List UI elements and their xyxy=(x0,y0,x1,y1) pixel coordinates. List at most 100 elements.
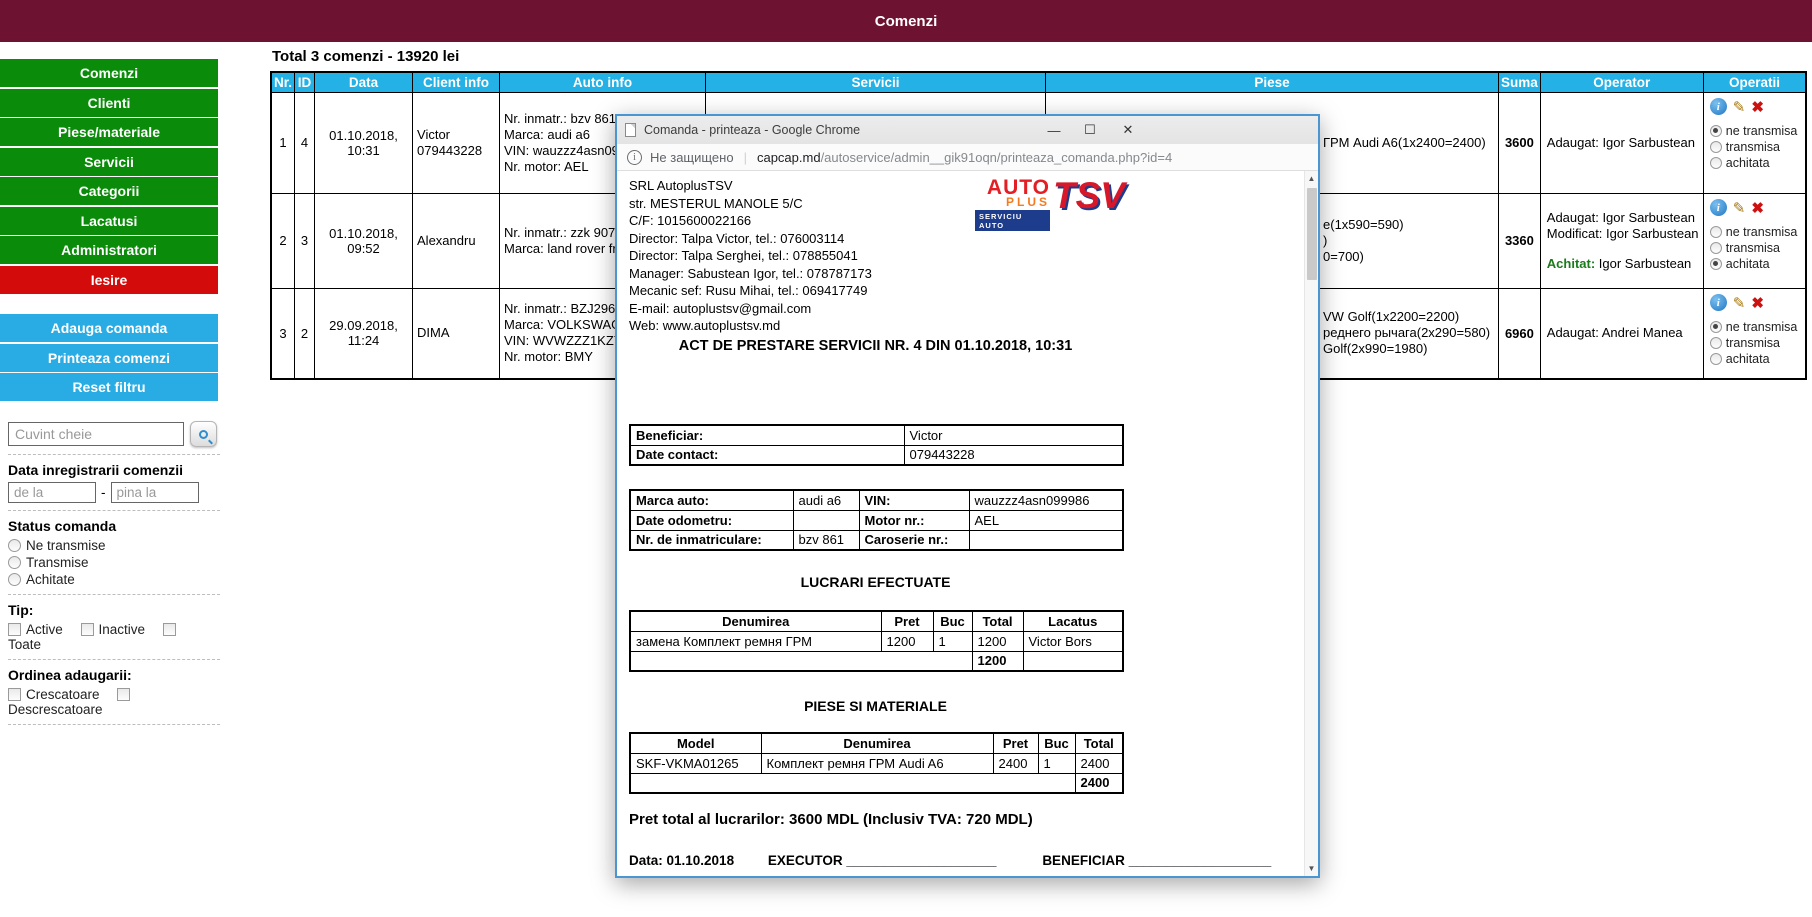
sidebar-item-categorii[interactable]: Categorii xyxy=(0,177,218,205)
radio-icon[interactable] xyxy=(1710,125,1722,137)
edit-icon[interactable]: ✎ xyxy=(1733,98,1746,116)
cell-operatii: i ✎ ✖ ne transmisa transmisa achitata xyxy=(1703,193,1806,288)
cell-nr: 2 xyxy=(271,193,295,288)
close-button[interactable]: ✕ xyxy=(1113,116,1143,144)
radio-icon[interactable] xyxy=(1710,226,1722,238)
row-status-transmisa[interactable]: transmisa xyxy=(1710,140,1802,154)
checkbox-icon[interactable] xyxy=(8,688,21,701)
cell-operatii: i ✎ ✖ ne transmisa transmisa achitata xyxy=(1703,92,1806,193)
scroll-down-icon[interactable]: ▼ xyxy=(1308,861,1316,876)
works-col-buc: Buc xyxy=(933,611,972,631)
reset-filtru-button[interactable]: Reset filtru xyxy=(0,373,218,401)
address-bar[interactable]: i Не защищено | capcap.md/autoservice/ad… xyxy=(617,144,1318,171)
window-title-bar[interactable]: Comanda - printeaza - Google Chrome — ☐ … xyxy=(617,116,1318,144)
scroll-up-icon[interactable]: ▲ xyxy=(1308,171,1316,186)
row-status-ne-transmisa[interactable]: ne transmisa xyxy=(1710,320,1802,334)
cell-client: DIMA xyxy=(413,288,500,379)
lucrari-title: LUCRARI EFECTUATE xyxy=(629,574,1122,590)
parts-row: SKF-VKMA01265 Комплект ремня ГРМ Audi A6… xyxy=(630,753,1123,773)
sidebar-item-servicii[interactable]: Servicii xyxy=(0,148,218,176)
radio-icon[interactable] xyxy=(8,539,21,552)
checkbox-icon[interactable] xyxy=(117,688,130,701)
edit-icon[interactable]: ✎ xyxy=(1733,294,1746,312)
row-status-transmisa[interactable]: transmisa xyxy=(1710,241,1802,255)
status-option-achitate[interactable]: Achitate xyxy=(8,572,220,587)
checkbox-icon[interactable] xyxy=(8,623,21,636)
value-vin: wauzzz4asn099986 xyxy=(969,490,1123,510)
orders-header-row: Nr. ID Data Client info Auto info Servic… xyxy=(271,72,1806,92)
app-header: Comenzi xyxy=(0,0,1812,42)
tip-filter-label: Tip: xyxy=(8,602,220,618)
radio-icon[interactable] xyxy=(1710,242,1722,254)
info-icon[interactable]: i xyxy=(1710,199,1727,216)
piese-table: Model Denumirea Pret Buc Total SKF-VKMA0… xyxy=(629,732,1124,794)
radio-icon[interactable] xyxy=(8,556,21,569)
sidebar-item-comenzi[interactable]: Comenzi xyxy=(0,59,218,87)
row-status-achitata[interactable]: achitata xyxy=(1710,156,1802,170)
page-icon xyxy=(625,123,636,137)
url-path: /autoservice/admin__gik91oqn/printeaza_c… xyxy=(821,150,1173,165)
label-date-contact: Date contact: xyxy=(630,445,904,465)
sidebar-item-iesire[interactable]: Iesire xyxy=(0,266,218,294)
sidebar-item-administratori[interactable]: Administratori xyxy=(0,236,218,264)
col-id: ID xyxy=(295,72,315,92)
row-status-ne-transmisa[interactable]: ne transmisa xyxy=(1710,225,1802,239)
adauga-comanda-button[interactable]: Adauga comanda xyxy=(0,314,218,342)
divider xyxy=(8,724,220,725)
info-icon[interactable]: i xyxy=(1710,98,1727,115)
date-to-input[interactable] xyxy=(111,482,199,503)
works-col-denumirea: Denumirea xyxy=(630,611,881,631)
cell-nr: 3 xyxy=(271,288,295,379)
radio-icon[interactable] xyxy=(1710,258,1722,270)
sidebar-item-piese-materiale[interactable]: Piese/materiale xyxy=(0,118,218,146)
radio-icon[interactable] xyxy=(1710,157,1722,169)
sidebar-item-lacatusi[interactable]: Lacatusi xyxy=(0,207,218,235)
printeaza-comenzi-button[interactable]: Printeaza comenzi xyxy=(0,344,218,372)
status-option-transmise[interactable]: Transmise xyxy=(8,555,220,570)
order-option-crescatoare[interactable]: Crescatoare xyxy=(8,687,100,702)
col-piese: Piese xyxy=(1046,72,1499,92)
status-option-ne-transmise[interactable]: Ne transmise xyxy=(8,538,220,553)
radio-icon[interactable] xyxy=(1710,337,1722,349)
beneficiar-signature-line: ___________________ xyxy=(1129,853,1272,868)
row-status-achitata[interactable]: achitata xyxy=(1710,257,1802,271)
radio-icon[interactable] xyxy=(1710,141,1722,153)
site-info-icon[interactable]: i xyxy=(627,150,642,165)
info-icon[interactable]: i xyxy=(1710,294,1727,311)
row-status-transmisa[interactable]: transmisa xyxy=(1710,336,1802,350)
search-button[interactable] xyxy=(190,421,217,447)
row-status-ne-transmisa[interactable]: ne transmisa xyxy=(1710,124,1802,138)
date-from-input[interactable] xyxy=(8,482,96,503)
label-nr-inmatriculare: Nr. de inmatriculare: xyxy=(630,530,793,550)
tip-option-inactive[interactable]: Inactive xyxy=(81,622,146,637)
keyword-search-input[interactable] xyxy=(8,422,184,446)
row-status-achitata[interactable]: achitata xyxy=(1710,352,1802,366)
scrollbar[interactable]: ▲ ▼ xyxy=(1304,171,1318,876)
works-total-row: 1200 xyxy=(630,651,1123,671)
value-motor-nr: AEL xyxy=(969,510,1123,530)
edit-icon[interactable]: ✎ xyxy=(1733,199,1746,217)
delete-icon[interactable]: ✖ xyxy=(1751,294,1764,312)
col-operator: Operator xyxy=(1540,72,1703,92)
checkbox-icon[interactable] xyxy=(163,623,176,636)
minimize-button[interactable]: — xyxy=(1039,116,1069,144)
window-title: Comanda - printeaza - Google Chrome xyxy=(644,123,860,137)
order-filter-label: Ordinea adaugarii: xyxy=(8,667,220,683)
divider xyxy=(8,510,220,511)
scrollbar-thumb[interactable] xyxy=(1307,188,1317,280)
label-marca-auto: Marca auto: xyxy=(630,490,793,510)
delete-icon[interactable]: ✖ xyxy=(1751,98,1764,116)
maximize-button[interactable]: ☐ xyxy=(1075,116,1105,144)
parts-col-total: Total xyxy=(1075,733,1123,753)
sidebar-item-clienti[interactable]: Clienti xyxy=(0,89,218,117)
beneficiar-label: BENEFICIAR xyxy=(1042,853,1125,868)
parts-col-buc: Buc xyxy=(1038,733,1075,753)
checkbox-icon[interactable] xyxy=(81,623,94,636)
tip-option-active[interactable]: Active xyxy=(8,622,63,637)
delete-icon[interactable]: ✖ xyxy=(1751,199,1764,217)
label-date-odometru: Date odometru: xyxy=(630,510,793,530)
radio-icon[interactable] xyxy=(1710,353,1722,365)
radio-icon[interactable] xyxy=(1710,321,1722,333)
col-operatii: Operatii xyxy=(1703,72,1806,92)
radio-icon[interactable] xyxy=(8,573,21,586)
